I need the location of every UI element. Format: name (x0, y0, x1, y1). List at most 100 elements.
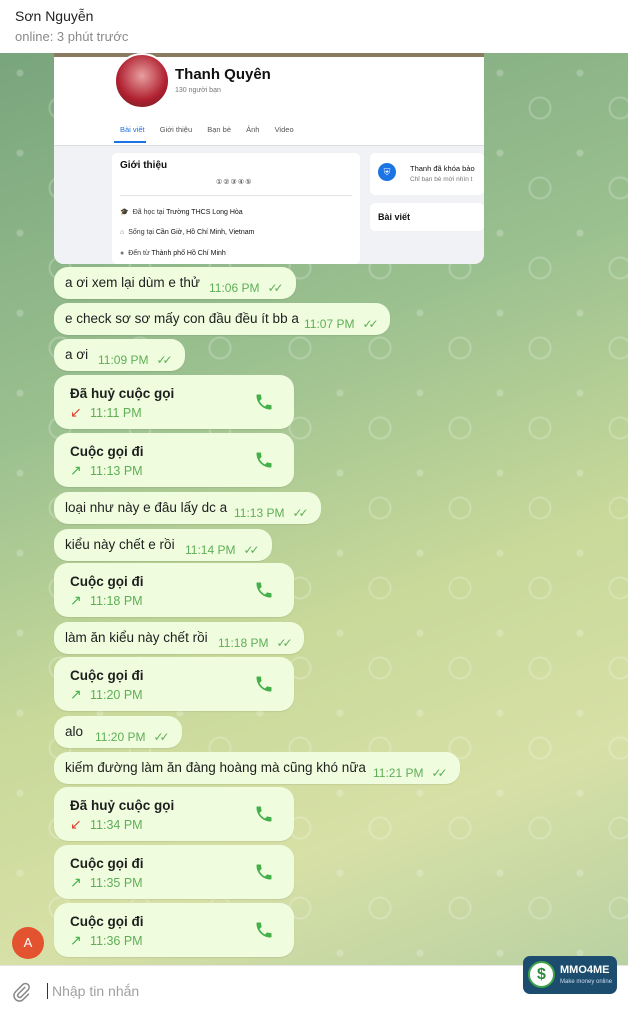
double-check-icon: ✓✓ (267, 281, 283, 295)
intro-card: Giới thiệu ①②③④⑤ 🎓 Đã học tại Trường THCS… (112, 153, 360, 264)
contact-status: online: 3 phút trước (15, 29, 129, 44)
profile-name: Thanh Quyên (175, 66, 271, 83)
call-time: 11:34 PM (90, 818, 143, 832)
phone-icon[interactable] (254, 674, 274, 694)
double-check-icon: ✓✓ (276, 636, 292, 650)
intro-row-from: ● Đến từ Thành phố Hồ Chí Minh (120, 250, 226, 257)
tab-friends: Bạn bè (207, 125, 232, 134)
message-time: 11:07 PM ✓✓ (304, 317, 379, 331)
intro-badges: ①②③④⑤ (216, 179, 253, 186)
call-title: Đã huỷ cuộc gọi (70, 386, 175, 401)
locked-profile-card: ⛨ Thanh đã khóa bảo Chỉ bạn bè mới nhìn … (370, 153, 484, 195)
call-title: Cuộc gọi đi (70, 444, 144, 459)
message-bubble[interactable]: kiểu này chết e rồi 11:14 PM ✓✓ (54, 529, 272, 561)
call-time: 11:36 PM (90, 934, 143, 948)
message-input[interactable] (50, 979, 494, 1003)
shield-icon: ⛨ (378, 163, 396, 181)
text-cursor (47, 983, 48, 999)
call-message[interactable]: Cuộc gọi đi ↗ 11:36 PM (54, 903, 294, 957)
phone-icon[interactable] (254, 920, 274, 940)
call-title: Cuộc gọi đi (70, 914, 144, 929)
tab-photos: Ảnh (246, 125, 260, 134)
phone-icon[interactable] (254, 580, 274, 600)
location-pin-icon: ● (120, 250, 125, 257)
call-time: 11:35 PM (90, 876, 143, 890)
message-time: 11:18 PM ✓✓ (218, 636, 293, 650)
message-time: 11:06 PM ✓✓ (209, 281, 284, 295)
friend-count: 130 người bạn (175, 87, 221, 94)
call-message[interactable]: Cuộc gọi đi ↗ 11:35 PM (54, 845, 294, 899)
lock-title: Thanh đã khóa bảo (410, 164, 475, 173)
message-time: 11:21 PM ✓✓ (373, 766, 448, 780)
message-text: loại như này e đâu lấy dc a (65, 500, 228, 515)
message-time: 11:09 PM ✓✓ (98, 353, 173, 367)
phone-icon[interactable] (254, 392, 274, 412)
contact-name[interactable]: Sơn Nguyễn (15, 8, 93, 24)
divider (120, 195, 352, 196)
message-text: a ơi (65, 347, 89, 362)
tab-video: Video (274, 125, 294, 134)
tab-about: Giới thiệu (159, 125, 193, 134)
message-time: 11:14 PM ✓✓ (185, 543, 260, 557)
call-title: Cuộc gọi đi (70, 856, 144, 871)
message-bubble[interactable]: a ơi xem lại dùm e thử 11:06 PM ✓✓ (54, 267, 296, 299)
outgoing-call-arrow-icon: ↗ (70, 686, 82, 702)
double-check-icon: ✓✓ (431, 766, 447, 780)
cover-photo (54, 53, 484, 57)
call-message[interactable]: Đã huỷ cuộc gọi ↙ 11:34 PM (54, 787, 294, 841)
call-time: 11:11 PM (90, 406, 142, 420)
lock-subtitle: Chỉ bạn bè mới nhìn t (410, 176, 473, 183)
paperclip-icon[interactable] (11, 981, 31, 1003)
tab-posts: Bài viết (120, 125, 145, 134)
message-list[interactable]: Thanh Quyên 130 người bạn Bài viết Giới … (0, 53, 628, 965)
message-bubble[interactable]: e check sơ sơ mấy con đầu đều ít bb a 11… (54, 303, 390, 335)
call-time: 11:18 PM (90, 594, 143, 608)
logo-name: MMO4ME (560, 964, 610, 976)
phone-icon[interactable] (254, 450, 274, 470)
message-bubble[interactable]: làm ăn kiểu này chết rồi 11:18 PM ✓✓ (54, 622, 304, 654)
intro-row-school: 🎓 Đã học tại Trường THCS Long Hòa (120, 209, 243, 216)
missed-call-arrow-icon: ↙ (70, 404, 82, 420)
message-text: e check sơ sơ mấy con đầu đều ít bb a (65, 311, 299, 326)
profile-tabs: Bài viết Giới thiệu Bạn bè Ảnh Video (120, 125, 307, 134)
logo-tagline: Make money online (560, 979, 613, 985)
message-bubble[interactable]: kiếm đường làm ăn đàng hoàng mà cũng khó… (54, 752, 460, 784)
chat-header[interactable]: Sơn Nguyễn online: 3 phút trước (0, 0, 628, 53)
intro-row-home: ⌂ Sống tại Cần Giờ, Hồ Chí Minh, Vietnam (120, 229, 255, 236)
shared-image[interactable]: Thanh Quyên 130 người bạn Bài viết Giới … (54, 53, 484, 264)
call-title: Cuộc gọi đi (70, 668, 144, 683)
message-time: 11:20 PM ✓✓ (95, 730, 170, 744)
intro-title: Giới thiệu (120, 160, 168, 171)
double-check-icon: ✓✓ (362, 317, 378, 331)
outgoing-call-arrow-icon: ↗ (70, 592, 82, 608)
outgoing-call-arrow-icon: ↗ (70, 874, 82, 890)
call-message[interactable]: Đã huỷ cuộc gọi ↙ 11:11 PM (54, 375, 294, 429)
double-check-icon: ✓✓ (156, 353, 172, 367)
message-bubble[interactable]: loại như này e đâu lấy dc a 11:13 PM ✓✓ (54, 492, 321, 524)
message-text: a ơi xem lại dùm e thử (65, 275, 200, 290)
message-text: làm ăn kiểu này chết rồi (65, 630, 208, 645)
call-message[interactable]: Cuộc gọi đi ↗ 11:13 PM (54, 433, 294, 487)
sender-avatar[interactable]: A (12, 927, 44, 959)
message-text: kiếm đường làm ăn đàng hoàng mà cũng khó… (65, 760, 366, 775)
posts-card: Bài viết (370, 203, 484, 231)
message-bubble[interactable]: alo 11:20 PM ✓✓ (54, 716, 182, 748)
call-time: 11:13 PM (90, 464, 143, 478)
active-tab-indicator (114, 141, 146, 143)
phone-icon[interactable] (254, 804, 274, 824)
call-title: Cuộc gọi đi (70, 574, 144, 589)
outgoing-call-arrow-icon: ↗ (70, 932, 82, 948)
message-text: kiểu này chết e rồi (65, 537, 175, 552)
call-message[interactable]: Cuộc gọi đi ↗ 11:18 PM (54, 563, 294, 617)
message-time: 11:13 PM ✓✓ (234, 506, 309, 520)
call-message[interactable]: Cuộc gọi đi ↗ 11:20 PM (54, 657, 294, 711)
phone-icon[interactable] (254, 862, 274, 882)
message-bubble[interactable]: a ơi 11:09 PM ✓✓ (54, 339, 185, 371)
profile-avatar (114, 53, 170, 109)
posts-title: Bài viết (378, 212, 411, 222)
outgoing-call-arrow-icon: ↗ (70, 462, 82, 478)
call-time: 11:20 PM (90, 688, 143, 702)
double-check-icon: ✓✓ (292, 506, 308, 520)
watermark-logo: $ MMO4ME Make money online (523, 956, 617, 994)
double-check-icon: ✓✓ (243, 543, 259, 557)
